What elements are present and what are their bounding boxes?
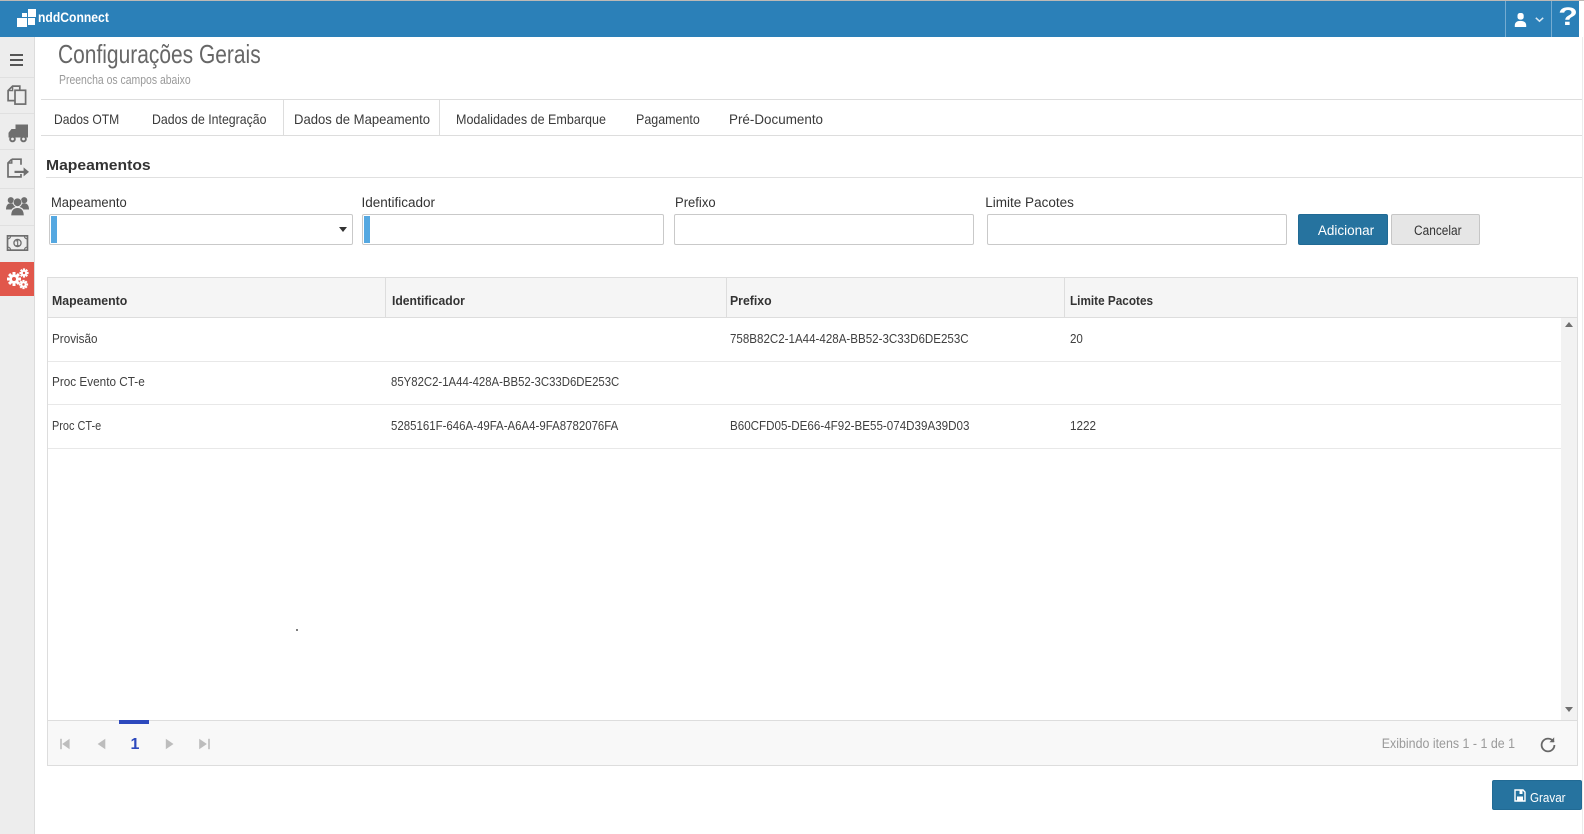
svg-text:1: 1 — [15, 238, 20, 247]
